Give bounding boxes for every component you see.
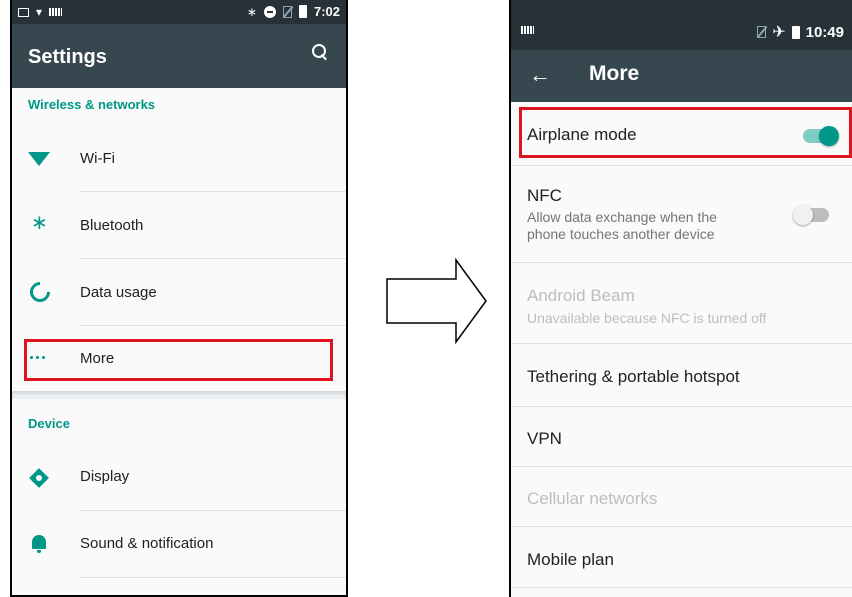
setting-summary: Unavailable because NFC is turned off xyxy=(527,310,767,326)
airplane-icon: ✈ xyxy=(772,24,786,41)
setting-vpn[interactable]: VPN xyxy=(511,407,852,466)
setting-android-beam: Android Beam Unavailable because NFC is … xyxy=(511,263,852,343)
setting-title: Cellular networks xyxy=(527,489,658,508)
settings-item-sound[interactable]: Sound & notification xyxy=(12,511,346,577)
setting-title: Android Beam xyxy=(527,286,635,305)
status-bar: ✈ 10:49 xyxy=(511,0,852,50)
category-separator xyxy=(12,391,346,399)
settings-item-data-usage[interactable]: Data usage xyxy=(12,260,346,326)
barcode-notification-icon xyxy=(49,8,63,16)
status-time: 7:02 xyxy=(313,4,340,19)
highlight-box-airplane xyxy=(519,107,852,158)
divider xyxy=(80,191,346,192)
no-sim-icon xyxy=(757,26,767,38)
data-usage-icon xyxy=(25,277,55,307)
wifi-question-icon: ▾ xyxy=(36,5,43,19)
status-bar: ▾ ∗ 7:02 xyxy=(12,0,346,24)
settings-item-display[interactable]: Display xyxy=(12,444,346,510)
bluetooth-icon: ∗ xyxy=(31,212,48,234)
setting-title: Tethering & portable hotspot xyxy=(527,367,740,386)
settings-item-label: Sound & notification xyxy=(80,535,214,552)
transition-arrow-icon xyxy=(386,258,487,344)
bluetooth-status-icon: ∗ xyxy=(246,4,257,19)
setting-nfc[interactable]: NFC Allow data exchange when the phone t… xyxy=(511,166,852,262)
setting-title: VPN xyxy=(527,429,562,448)
divider xyxy=(80,577,346,578)
status-time: 10:49 xyxy=(805,23,844,41)
bell-icon xyxy=(32,535,46,553)
screenshot-notification-icon xyxy=(18,7,29,17)
divider xyxy=(511,587,852,588)
wifi-icon xyxy=(28,152,50,166)
settings-item-wifi[interactable]: Wi-Fi xyxy=(12,126,346,192)
highlight-box-more xyxy=(24,339,333,381)
page-title: Settings xyxy=(28,46,107,68)
setting-mobile-plan[interactable]: Mobile plan xyxy=(511,527,852,587)
category-header-wireless: Wireless & networks xyxy=(28,97,156,112)
setting-summary: Allow data exchange when the phone touch… xyxy=(527,209,717,242)
battery-icon xyxy=(298,5,307,18)
setting-title: Mobile plan xyxy=(527,550,614,569)
app-toolbar: Settings xyxy=(12,24,346,88)
app-toolbar: ← More xyxy=(511,50,852,102)
do-not-disturb-icon xyxy=(263,5,276,18)
setting-cellular-networks: Cellular networks xyxy=(511,467,852,526)
settings-item-label: Display xyxy=(80,468,130,485)
page-title: More xyxy=(589,62,640,85)
display-icon xyxy=(29,468,49,488)
more-screen: ✈ 10:49 ← More Airplane mode NFC Allow d… xyxy=(509,0,852,597)
settings-item-label: Bluetooth xyxy=(80,217,144,234)
nfc-toggle[interactable] xyxy=(793,205,829,225)
settings-item-bluetooth[interactable]: ∗ Bluetooth xyxy=(12,193,346,259)
search-icon[interactable] xyxy=(310,42,330,64)
settings-item-label: Wi-Fi xyxy=(80,150,115,167)
barcode-notification-icon xyxy=(521,26,534,34)
divider xyxy=(80,258,346,259)
settings-item-label: Data usage xyxy=(80,284,157,301)
settings-screen: ▾ ∗ 7:02 Settings Wireless & networks Wi… xyxy=(10,0,348,597)
battery-icon xyxy=(791,25,800,39)
setting-tethering[interactable]: Tethering & portable hotspot xyxy=(511,344,852,407)
category-header-device: Device xyxy=(28,416,70,431)
back-arrow-icon[interactable]: ← xyxy=(529,62,551,88)
setting-title: NFC xyxy=(527,186,562,205)
no-sim-icon xyxy=(282,5,292,18)
